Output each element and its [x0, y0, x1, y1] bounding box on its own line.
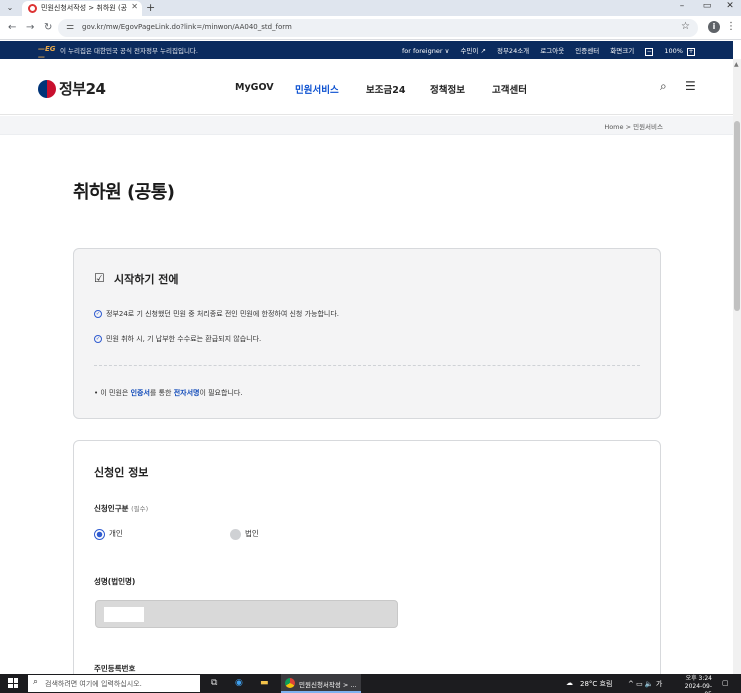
search-icon: ⌕	[33, 677, 39, 687]
radio-unselected-icon[interactable]	[230, 528, 241, 540]
profile-icon[interactable]: i	[708, 21, 720, 33]
radio-selected-icon[interactable]	[94, 528, 105, 540]
bookmark-star-icon[interactable]: ☆	[681, 21, 690, 32]
check-circle-icon: ✓	[94, 335, 102, 343]
nav-minwon-service[interactable]: 민원서비스	[295, 82, 339, 96]
taskbar-chrome-app[interactable]: 민원신청서작성 > ...	[281, 674, 361, 693]
forward-icon[interactable]: →	[26, 22, 34, 33]
notice-heading: 시작하기 전에	[114, 273, 179, 286]
reload-icon[interactable]: ↻	[44, 22, 52, 33]
applicant-type-label: 신청인구분 (필수)	[94, 504, 149, 513]
browser-tab-strip: ⌄ 민원신청서작성 > 취하원 (공통) ✕ + – ▭ ✕	[0, 0, 741, 16]
gov-official-banner: —EG— 이 누리집은 대한민국 공식 전자정부 누리집입니다. for for…	[0, 41, 733, 61]
logout-link[interactable]: 로그아웃	[540, 45, 564, 55]
weather-icon[interactable]: ☁	[566, 679, 573, 687]
edge-icon[interactable]: ◉	[235, 678, 243, 688]
gov24-favicon-icon	[28, 4, 37, 13]
search-icon[interactable]: ⌕	[660, 79, 667, 94]
scroll-thumb[interactable]	[734, 121, 740, 311]
radio-individual[interactable]: 개인	[94, 528, 123, 540]
resident-number-label: 주민등록번호	[94, 664, 136, 673]
windows-start-icon[interactable]	[8, 678, 18, 688]
tab-close-icon[interactable]: ✕	[131, 2, 138, 11]
tab-search-icon[interactable]: ⌄	[4, 2, 16, 14]
tray-icons[interactable]: ^ ▭ 🔈 가	[628, 679, 662, 689]
file-explorer-icon[interactable]: ▬	[260, 678, 269, 688]
utility-links: for foreigner ∨ 수민이 ↗ 정부24소개 로그아웃 인증센터 화…	[402, 45, 704, 56]
back-icon[interactable]: ←	[8, 22, 16, 33]
notice-item: ✓ 민원 취하 시, 기 납부한 수수료는 환급되지 않습니다.	[94, 335, 262, 343]
required-mark: (필수)	[131, 505, 149, 513]
utility-link-about[interactable]: 정부24소개	[497, 45, 529, 55]
windows-taskbar: ⌕ 검색하려면 여기에 입력하십시오. ⧉ ◉ ▬ 민원신청서작성 > ... …	[0, 674, 741, 693]
page-scrollbar[interactable]: ▲	[733, 59, 741, 674]
taskbar-chrome-label: 민원신청서작성 > ...	[299, 681, 357, 689]
check-circle-icon: ✓	[94, 310, 102, 318]
close-window-button[interactable]: ✕	[720, 1, 740, 11]
taskbar-search[interactable]: ⌕ 검색하려면 여기에 입력하십시오.	[28, 675, 200, 692]
address-bar[interactable]: ⚌ gov.kr/mw/EgovPageLink.do?link=/minwon…	[58, 19, 698, 37]
breadcrumb-bar: Home > 민원서비스	[0, 116, 733, 135]
new-tab-button[interactable]: +	[146, 1, 155, 14]
site-header: 정부24 MyGOV 민원서비스 보조금24 정책정보 고객센터 ⌕ ☰	[0, 59, 733, 115]
zoom-in-button[interactable]: +	[687, 48, 695, 56]
for-foreigner-button[interactable]: for foreigner ∨	[402, 47, 449, 55]
task-view-icon[interactable]: ⧉	[211, 678, 217, 688]
weather-text[interactable]: 28°C 흐림	[580, 679, 612, 689]
signature-notice: • 이 민원은 인증서를 통한 전자서명이 필요합니다.	[94, 389, 243, 397]
name-value-masked	[104, 607, 144, 622]
checklist-icon: ☑	[94, 271, 105, 285]
notice-item: ✓ 정부24로 기 신청했던 민원 중 처리종료 전인 민원에 한정하여 신청 가…	[94, 310, 340, 318]
section-heading: 신청인 정보	[94, 466, 149, 479]
clock[interactable]: 오후 3:24 2024-09-05	[678, 675, 712, 693]
nav-subsidy24[interactable]: 보조금24	[366, 82, 405, 96]
nav-policy-info[interactable]: 정책정보	[430, 82, 465, 96]
scroll-up-icon[interactable]: ▲	[734, 61, 739, 68]
nav-customer-center[interactable]: 고객센터	[492, 82, 527, 96]
screen-size-label: 화면크기	[610, 47, 635, 55]
browser-toolbar: ← → ↻ ⚌ gov.kr/mw/EgovPageLink.do?link=/…	[0, 16, 741, 40]
browser-tab[interactable]: 민원신청서작성 > 취하원 (공통) ✕	[22, 1, 142, 16]
gov-official-text: 이 누리집은 대한민국 공식 전자정부 누리집입니다.	[60, 47, 198, 55]
cert-center-link[interactable]: 인증센터	[575, 45, 599, 55]
name-field[interactable]	[95, 600, 398, 628]
page-title: 취하원 (공통)	[73, 182, 175, 203]
nav-mygov[interactable]: MyGOV	[235, 82, 274, 93]
utility-link-user[interactable]: 수민이 ↗	[460, 45, 485, 55]
before-start-notice: ☑ 시작하기 전에 ✓ 정부24로 기 신청했던 민원 중 처리종료 전인 민원에…	[73, 248, 661, 419]
zoom-level: 100%	[664, 47, 683, 55]
taegeuk-logo-icon[interactable]	[38, 80, 56, 98]
site-logo[interactable]: 정부24	[59, 78, 106, 99]
maximize-button[interactable]: ▭	[697, 1, 717, 11]
url-text[interactable]: gov.kr/mw/EgovPageLink.do?link=/minwon/A…	[82, 23, 292, 31]
applicant-info-section: 신청인 정보 신청인구분 (필수) 개인 법인 성명(법인명) 주민등록번호	[73, 440, 661, 680]
divider	[94, 365, 640, 366]
notification-icon[interactable]: ▢	[722, 679, 729, 687]
name-label: 성명(법인명)	[94, 577, 136, 586]
radio-corporation[interactable]: 법인	[230, 528, 259, 540]
gov-emblem-icon: —EG—	[38, 45, 56, 61]
chrome-icon	[285, 678, 295, 688]
browser-menu-icon[interactable]: ⋮	[726, 21, 736, 32]
cert-highlight: 인증서	[130, 389, 150, 397]
breadcrumb[interactable]: Home > 민원서비스	[604, 121, 663, 131]
esign-highlight: 전자서명	[173, 389, 200, 397]
hamburger-menu-icon[interactable]: ☰	[685, 79, 696, 93]
taskbar-search-placeholder: 검색하려면 여기에 입력하십시오.	[45, 680, 142, 688]
minimize-button[interactable]: –	[672, 1, 692, 11]
site-info-icon[interactable]: ⚌	[66, 22, 74, 32]
zoom-out-button[interactable]: −	[645, 48, 654, 56]
tab-title: 민원신청서작성 > 취하원 (공통)	[41, 4, 127, 12]
